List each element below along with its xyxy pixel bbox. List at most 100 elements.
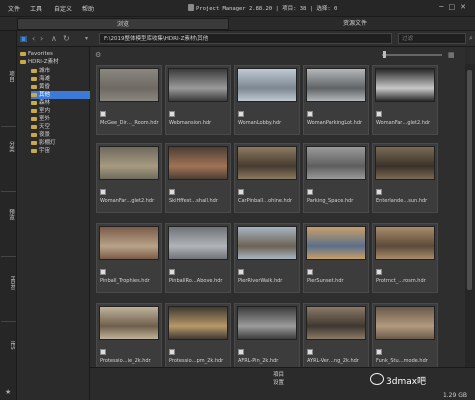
file-card[interactable]: McGee_Dir…_Room.hdr	[96, 65, 162, 135]
file-type-icon	[169, 111, 175, 117]
hdr-thumbnail	[99, 306, 159, 340]
file-name: WomanFar…glet2.hdr	[376, 120, 431, 126]
tree-root[interactable]: HDRI-Z素材	[20, 58, 59, 66]
zoom-slider-handle[interactable]	[383, 51, 386, 58]
tree-folder-item[interactable]: 其他	[31, 91, 99, 99]
tree-folder-item[interactable]: 影棚灯	[31, 139, 56, 147]
file-type-icon	[376, 349, 382, 355]
tree-folder-item[interactable]: 宇宙	[31, 147, 50, 155]
file-type-icon	[307, 111, 313, 117]
hdr-thumbnail	[375, 306, 435, 340]
file-card[interactable]: Parking_Space.hdr	[303, 143, 369, 213]
tree-folder-item[interactable]: 森林	[31, 99, 50, 107]
vtab-preview[interactable]: 预览	[2, 209, 15, 220]
scrollbar-thumb[interactable]	[467, 70, 472, 290]
vtab-hdri[interactable]: HDRI	[2, 276, 15, 290]
file-name: WomanFar…glet2.hdr	[100, 198, 155, 204]
tree-folder-item[interactable]: 海滩	[31, 75, 50, 83]
tree-folder-item[interactable]: 天空	[31, 123, 50, 131]
bottom-tab-settings[interactable]: 设置	[273, 378, 284, 386]
address-bar: ▣ ‹ › ∧ ↻ ▾ F:\2019整体模型库收集\HDRI-Z素材\其他 过…	[17, 31, 475, 47]
menu-file[interactable]: 文件	[8, 4, 20, 13]
file-type-icon	[238, 349, 244, 355]
divider	[1, 126, 16, 127]
menu-tools[interactable]: 工具	[30, 4, 42, 13]
folder-icon	[31, 92, 37, 97]
bottom-tab-project[interactable]: 項目	[273, 370, 284, 378]
file-card[interactable]: AYRL-Ver…ng_2k.hdr	[303, 303, 369, 373]
file-card[interactable]: PierSunset.hdr	[303, 223, 369, 293]
vtab-ies[interactable]: IES	[2, 341, 15, 350]
hdr-thumbnail	[168, 226, 228, 260]
tree-folder-item[interactable]: 室外	[31, 115, 50, 123]
file-name: McGee_Dir…_Room.hdr	[100, 120, 159, 126]
tree-favorites[interactable]: Favorites	[20, 50, 53, 58]
refresh-icon[interactable]: ↻	[63, 34, 70, 43]
tree-folder-item[interactable]: 夜景	[31, 131, 50, 139]
file-card[interactable]: PinballRo…Above.hdr	[165, 223, 231, 293]
window-controls[interactable]: ─□✕	[439, 3, 471, 11]
file-type-icon	[169, 349, 175, 355]
tab-bar: 浏览 资源文件	[0, 17, 475, 31]
file-type-icon	[100, 269, 106, 275]
file-type-icon	[376, 111, 382, 117]
file-card[interactable]: SkiHffest…shall.hdr	[165, 143, 231, 213]
settings-icon[interactable]: ⚙	[95, 51, 101, 60]
file-type-icon	[238, 269, 244, 275]
file-card[interactable]: WomanFar…glet2.hdr	[96, 143, 162, 213]
file-card[interactable]: WomanLobby.hdr	[234, 65, 300, 135]
file-card[interactable]: Enterlande…sun.hdr	[372, 143, 438, 213]
vtab-project[interactable]: 项目	[2, 71, 15, 82]
file-type-icon	[100, 111, 106, 117]
file-card[interactable]: Webmansion.hdr	[165, 65, 231, 135]
file-card[interactable]: Funk_Stu…mode.hdr	[372, 303, 438, 373]
file-card[interactable]: AFRL-Pin_2k.hdr	[234, 303, 300, 373]
folder-icon	[20, 51, 26, 56]
tree-folder-item[interactable]: 室内	[31, 107, 50, 115]
back-icon[interactable]: ‹	[32, 34, 35, 43]
app-menu-icon[interactable]: ▣	[20, 34, 28, 43]
hdr-thumbnail	[237, 68, 297, 102]
tab-resources[interactable]: 资源文件	[300, 18, 410, 30]
folder-icon	[31, 108, 37, 113]
total-size: 1.29 GB	[442, 392, 467, 399]
file-card[interactable]: Pinball_Trophies.hdr	[96, 223, 162, 293]
file-card[interactable]: WomanParkingLot.hdr	[303, 65, 369, 135]
menu-customize[interactable]: 自定义	[54, 4, 72, 13]
folder-icon	[31, 132, 37, 137]
file-type-icon	[100, 189, 106, 195]
forward-icon[interactable]: ›	[40, 34, 43, 43]
dropdown-icon[interactable]: ▾	[85, 34, 88, 43]
menu-help[interactable]: 帮助	[82, 4, 94, 13]
tree-folder-item[interactable]: 城市	[31, 67, 50, 75]
file-card[interactable]: Protessio…pm_2k.hdr	[165, 303, 231, 373]
file-type-icon	[376, 189, 382, 195]
file-card[interactable]: WomanFar…glet2.hdr	[372, 65, 438, 135]
zoom-slider-track[interactable]	[382, 54, 442, 56]
path-input[interactable]: F:\2019整体模型库收集\HDRI-Z素材\其他	[99, 33, 392, 44]
file-card[interactable]: CarPinball…ohine.hdr	[234, 143, 300, 213]
file-type-icon	[376, 269, 382, 275]
star-icon[interactable]: ★	[5, 388, 11, 396]
vtab-category[interactable]: 分类	[2, 141, 15, 152]
file-name: Protessio…ie_2k.hdr	[100, 358, 151, 364]
left-tab-strip: 项目 分类 预览 HDRI IES	[0, 31, 17, 400]
filter-input[interactable]: 过滤	[398, 33, 466, 44]
up-icon[interactable]: ∧	[51, 34, 57, 43]
file-card[interactable]: Protrnct_…rosm.hdr	[372, 223, 438, 293]
file-card[interactable]: PierRiverWalk.hdr	[234, 223, 300, 293]
folder-icon	[31, 100, 37, 105]
hdr-thumbnail	[99, 146, 159, 180]
hdr-thumbnail	[99, 226, 159, 260]
folder-tree: Favorites HDRI-Z素材 城市 海滩 黄昏 其他 森林 室内 室外 天空 夜景 影棚灯…	[17, 47, 99, 400]
grid-toolbar: ⚙ ▦	[90, 47, 465, 64]
menu-bar: 文件 工具 自定义 帮助 Project Manager 2.88.20 | 项…	[0, 0, 475, 17]
tab-browse[interactable]: 浏览	[17, 18, 229, 30]
hdr-thumbnail	[237, 146, 297, 180]
search-icon[interactable]: ⌕	[469, 34, 473, 43]
tree-folder-item[interactable]: 黄昏	[31, 83, 50, 91]
app-logo-icon	[188, 4, 194, 11]
file-card[interactable]: Protessio…ie_2k.hdr	[96, 303, 162, 373]
grid-view-icon[interactable]: ▦	[448, 51, 455, 60]
hdr-thumbnail	[168, 146, 228, 180]
